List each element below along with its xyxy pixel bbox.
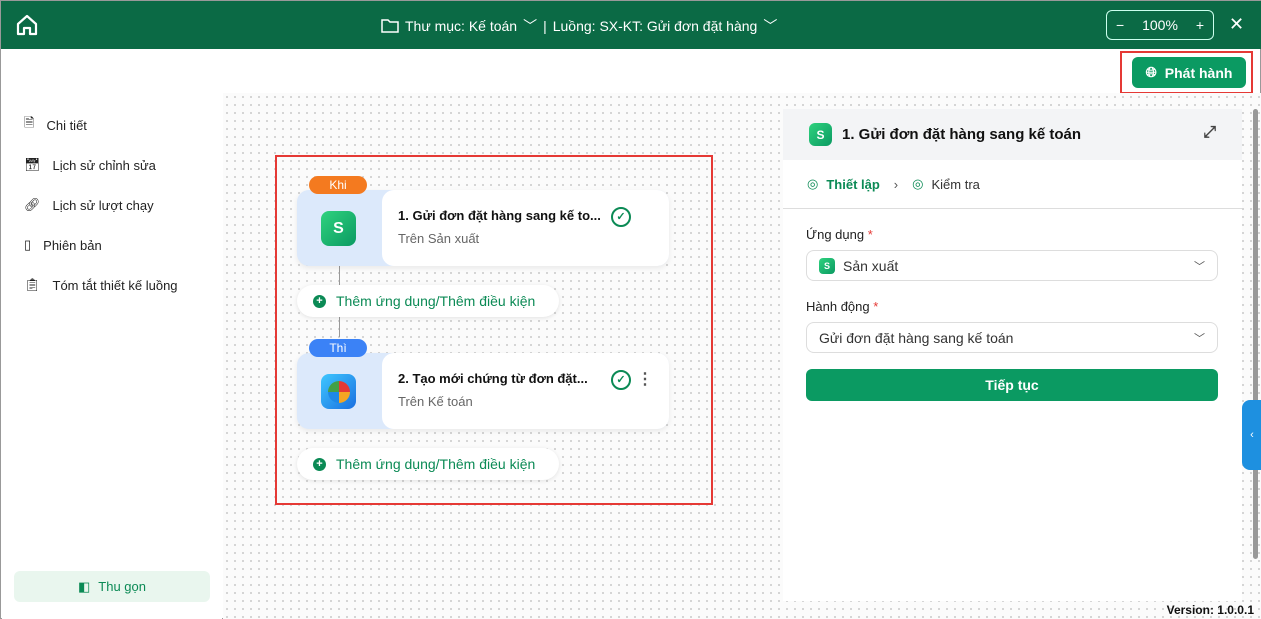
add-app-condition-button[interactable]: + Thêm ứng dụng/Thêm điều kiện (297, 448, 559, 480)
accounting-app-icon (321, 374, 356, 409)
publish-highlight: 🌐︎ Phát hành (1120, 51, 1253, 94)
panel-title: 1. Gửi đơn đặt hàng sang kế toán (842, 126, 1082, 143)
flow-step-trigger[interactable]: Khi S 1. Gửi đơn đặt hàng sang kế to... … (297, 176, 669, 266)
sidebar-item-run-history[interactable]: 🔗︎ Lịch sử lượt chạy (2, 185, 222, 225)
document-icon: 🗎 (24, 115, 35, 130)
zoom-out-button[interactable]: − (1116, 17, 1124, 33)
zoom-in-button[interactable]: + (1196, 17, 1204, 33)
step-title: 2. Tạo mới chứng từ đơn đặt... (398, 371, 588, 386)
app-label: Ứng dụng (806, 227, 865, 242)
check-circle-icon: ✓ (611, 207, 631, 227)
chevron-right-icon: › (893, 176, 899, 192)
connector (339, 317, 340, 337)
more-options-icon[interactable]: ⋮ (637, 369, 653, 389)
sidebar-item-versions[interactable]: ▯ Phiên bản (2, 225, 222, 265)
scrollbar[interactable] (1253, 109, 1258, 559)
production-app-icon: S (321, 211, 356, 246)
check-circle-icon: ◎ (912, 176, 924, 191)
step-subtitle: Trên Sản xuất (398, 231, 480, 246)
publish-button[interactable]: 🌐︎ Phát hành (1132, 57, 1246, 88)
app-select[interactable]: S Sản xuất ﹀ (806, 250, 1218, 281)
add-app-condition-button[interactable]: + Thêm ứng dụng/Thêm điều kiện (297, 285, 559, 317)
chevron-down-icon[interactable]: ﹀ (763, 16, 777, 36)
chevron-down-icon: ﹀ (1194, 333, 1205, 345)
calendar-clock-icon: 📅︎ (24, 157, 41, 172)
clipboard-icon: 📋︎ (24, 277, 41, 292)
sidebar-item-summary[interactable]: 📋︎ Tóm tắt thiết kế luồng (2, 265, 222, 305)
production-app-icon: S (809, 123, 832, 146)
continue-button[interactable]: Tiếp tục (806, 369, 1218, 401)
collapse-button[interactable]: ◧ Thu gọn (14, 571, 210, 602)
breadcrumb: Thư mục: Kế toán ﹀ | Luồng: SX-KT: Gửi đ… (381, 16, 777, 36)
chevron-down-icon: ﹀ (1194, 261, 1205, 273)
link-icon: 🔗︎ (24, 197, 41, 212)
tab-test[interactable]: Kiểm tra (931, 177, 979, 192)
check-circle-icon: ◎ (807, 176, 819, 191)
connector (339, 266, 340, 286)
folder-icon (381, 19, 399, 33)
sidebar: 🗎 Chi tiết 📅︎ Lịch sử chỉnh sửa 🔗︎ Lịch sử … (2, 93, 222, 619)
step-subtitle: Trên Kế toán (398, 394, 473, 409)
step-tag: Khi (309, 176, 367, 194)
folder-name[interactable]: Thư mục: Kế toán (405, 18, 517, 34)
action-label: Hành động (806, 299, 870, 314)
zoom-control: − 100% + (1106, 10, 1214, 40)
plus-icon: + (313, 294, 326, 308)
chevron-down-icon[interactable]: ﹀ (523, 16, 537, 36)
separator: | (543, 18, 547, 34)
sidebar-item-label: Tóm tắt thiết kế luồng (52, 277, 178, 293)
step-config-panel: S 1. Gửi đơn đặt hàng sang kế toán ⤢ ◎ T… (783, 109, 1242, 601)
side-panel-toggle[interactable]: ‹ (1242, 400, 1261, 470)
add-label: Thêm ứng dụng/Thêm điều kiện (336, 293, 536, 309)
sidebar-item-label: Lịch sử lượt chạy (52, 197, 154, 213)
check-circle-icon: ✓ (611, 370, 631, 390)
flow-name[interactable]: Luồng: SX-KT: Gửi đơn đặt hàng (553, 18, 758, 34)
step-title: 1. Gửi đơn đặt hàng sang kế to... (398, 208, 601, 223)
plus-icon: + (313, 457, 326, 471)
flow-step-action[interactable]: Thì 2. Tạo mới chứng từ đơn đặt... Trên … (297, 339, 669, 429)
app-value: Sản xuất (843, 257, 899, 274)
sidebar-item-edit-history[interactable]: 📅︎ Lịch sử chỉnh sửa (2, 145, 222, 185)
required-mark: * (867, 227, 873, 242)
version-label: Version: 1.0.0.1 (1166, 603, 1254, 617)
required-mark: * (873, 299, 879, 314)
sidebar-item-label: Lịch sử chỉnh sửa (52, 157, 156, 173)
sidebar-item-label: Phiên bản (43, 237, 102, 253)
header: Thư mục: Kế toán ﹀ | Luồng: SX-KT: Gửi đ… (1, 1, 1261, 49)
publish-label: Phát hành (1164, 64, 1233, 81)
add-label: Thêm ứng dụng/Thêm điều kiện (336, 456, 536, 472)
home-icon[interactable] (15, 13, 39, 37)
tab-setup[interactable]: Thiết lập (826, 177, 879, 192)
collapse-label: Thu gọn (98, 579, 146, 594)
versions-icon: ▯ (24, 237, 32, 252)
expand-icon[interactable]: ⤢ (1203, 124, 1216, 142)
globe-icon: 🌐︎ (1145, 64, 1157, 80)
step-tag: Thì (309, 339, 367, 357)
action-value: Gửi đơn đặt hàng sang kế toán (819, 329, 1014, 346)
sidebar-item-label: Chi tiết (46, 117, 87, 133)
collapse-icon: ◧ (78, 578, 91, 594)
zoom-level: 100% (1142, 17, 1178, 33)
action-select[interactable]: Gửi đơn đặt hàng sang kế toán ﹀ (806, 322, 1218, 353)
close-icon[interactable]: ✕ (1229, 14, 1244, 35)
production-app-icon: S (819, 257, 835, 274)
sidebar-item-details[interactable]: 🗎 Chi tiết (2, 105, 222, 145)
